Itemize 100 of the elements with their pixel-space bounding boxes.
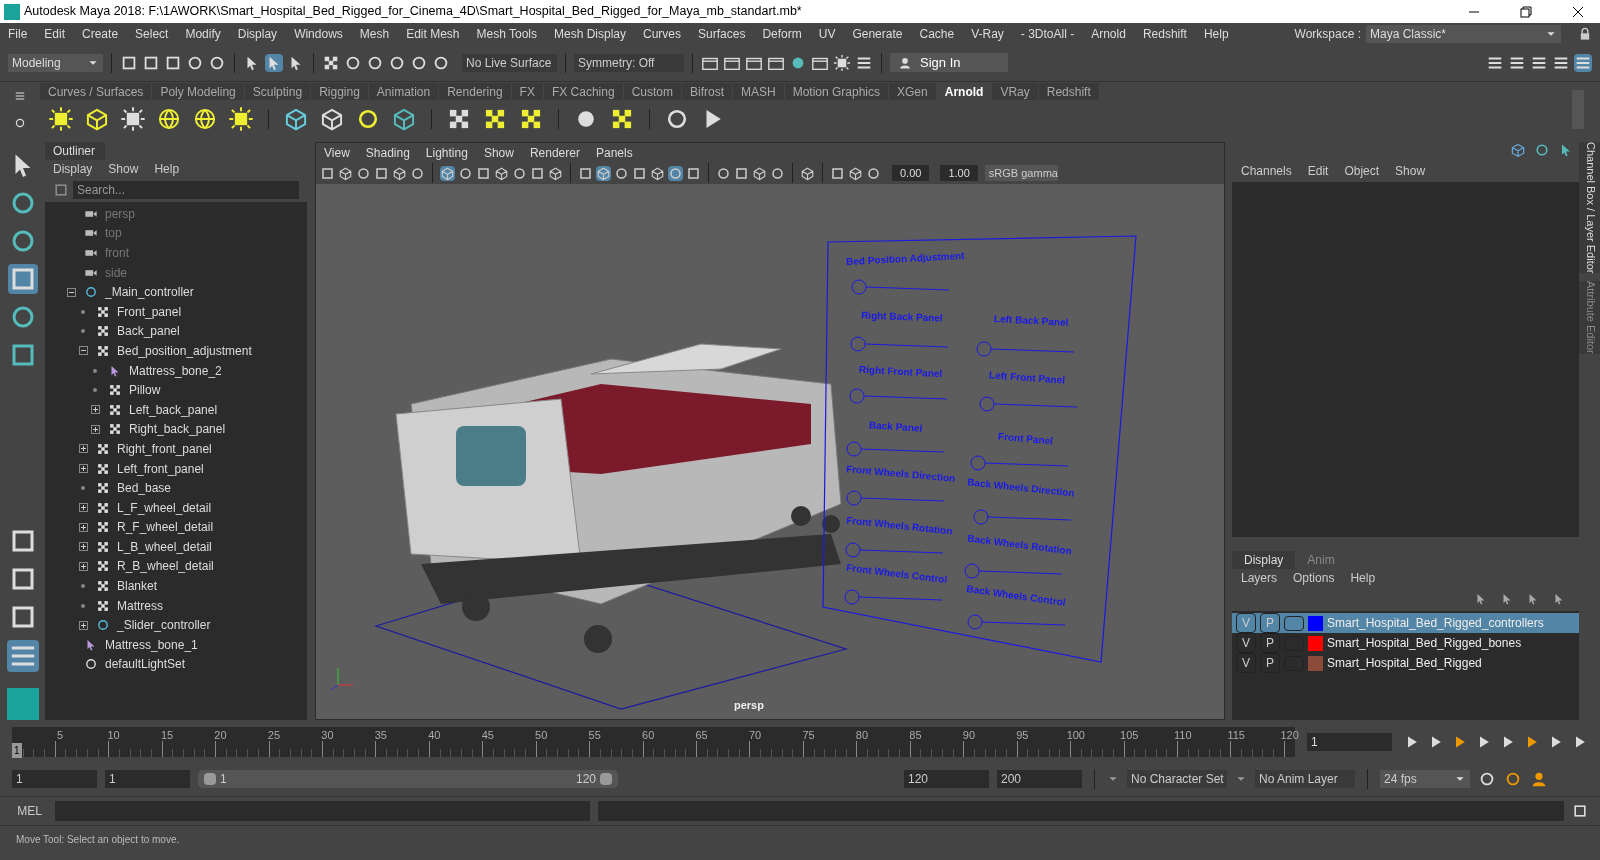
menu-item[interactable]: UV: [818, 24, 836, 43]
gamma-field[interactable]: 1.00: [940, 164, 978, 182]
outliner-item[interactable]: Pillow: [129, 381, 161, 400]
shelf-tab[interactable]: FX: [511, 83, 543, 100]
outliner-item[interactable]: _Slider_controller: [117, 616, 211, 635]
menu-item[interactable]: Cache: [919, 24, 955, 43]
expand-toggle[interactable]: [78, 503, 88, 513]
outliner-item[interactable]: L_B_wheel_detail: [117, 537, 212, 556]
live-surface-field[interactable]: No Live Surface: [462, 53, 557, 72]
restore-icon[interactable]: [1520, 5, 1532, 18]
channel-box-menu-item[interactable]: Channels: [1241, 162, 1292, 180]
layer-row[interactable]: V P Smart_Hospital_Bed_Rigged_controllers: [1232, 613, 1579, 633]
collapse-toggle[interactable]: [66, 287, 76, 297]
menu-item[interactable]: - 3DtoAll -: [1020, 24, 1075, 43]
menu-item[interactable]: Mesh Tools: [476, 24, 537, 43]
outliner-item[interactable]: Right_front_panel: [117, 439, 212, 458]
current-frame-field[interactable]: 1: [1307, 733, 1392, 751]
layer-menu-item[interactable]: Layers: [1241, 569, 1278, 587]
outliner-item[interactable]: Left_back_panel: [129, 400, 218, 419]
mode-dropdown[interactable]: Modeling: [8, 53, 103, 72]
menu-item[interactable]: Edit: [44, 24, 66, 43]
layer-row[interactable]: V P Smart_Hospital_Bed_Rigged_bones: [1232, 633, 1579, 653]
menu-item[interactable]: Curves: [643, 24, 682, 43]
menu-item[interactable]: V-Ray: [971, 24, 1004, 43]
menu-item[interactable]: Edit Mesh: [406, 24, 460, 43]
panel-menu-item[interactable]: View: [324, 143, 350, 162]
sign-in-button[interactable]: Sign In: [890, 52, 1008, 73]
workspace-dropdown[interactable]: Maya Classic*: [1366, 24, 1561, 43]
end-time-field[interactable]: 200: [997, 770, 1082, 788]
outliner-item[interactable]: Bed_base: [117, 479, 172, 498]
outliner-item[interactable]: Mattress_bone_2: [129, 361, 222, 380]
outliner-layout-icon[interactable]: [6, 640, 39, 672]
menu-item[interactable]: Redshift: [1142, 24, 1187, 43]
menu-item[interactable]: Arnold: [1091, 24, 1126, 43]
channel-box-menu-item[interactable]: Show: [1395, 162, 1426, 180]
menu-item[interactable]: Select: [135, 24, 169, 43]
menu-item[interactable]: Windows: [294, 24, 343, 43]
expand-toggle[interactable]: [78, 620, 88, 630]
outliner-item[interactable]: Blanket: [117, 577, 158, 596]
channel-box-menu-item[interactable]: Edit: [1307, 162, 1329, 180]
outliner-menu-item[interactable]: Display: [53, 160, 93, 178]
shelf-tab[interactable]: XGen: [889, 83, 936, 100]
outliner-item[interactable]: R_B_wheel_detail: [117, 557, 214, 576]
panel-menu-item[interactable]: Shading: [365, 143, 410, 162]
menu-item[interactable]: Modify: [185, 24, 221, 43]
color-space-field[interactable]: sRGB gamma: [984, 164, 1058, 182]
anim-layer-dropdown[interactable]: No Anim Layer: [1255, 770, 1355, 788]
outliner-tab[interactable]: Outliner: [45, 142, 105, 160]
expand-toggle[interactable]: [78, 464, 88, 473]
expand-toggle[interactable]: [78, 522, 88, 532]
outliner-item[interactable]: Mattress: [117, 596, 163, 615]
range-slider[interactable]: 1 120: [198, 770, 618, 788]
outliner-item[interactable]: Back_panel: [117, 322, 180, 341]
shelf-tab[interactable]: Motion Graphics: [784, 83, 889, 100]
character-set-dropdown[interactable]: No Character Set: [1127, 770, 1227, 788]
panel-menu-item[interactable]: Renderer: [529, 143, 580, 162]
sky-light-icon[interactable]: [228, 105, 254, 132]
menu-icon[interactable]: [14, 89, 26, 102]
outliner-item[interactable]: defaultLightSet: [105, 655, 186, 674]
expand-toggle[interactable]: [78, 562, 88, 571]
playback-start-field[interactable]: 1: [105, 770, 190, 788]
outliner-item[interactable]: L_F_wheel_detail: [117, 498, 212, 517]
light-editor-icon[interactable]: [833, 53, 851, 72]
expand-toggle[interactable]: [90, 424, 100, 434]
area-light-icon[interactable]: [48, 105, 74, 132]
layer-editor-tab[interactable]: Display: [1232, 551, 1296, 569]
shelf-tab[interactable]: MASH: [733, 83, 784, 100]
shelf-tab[interactable]: Curves / Surfaces: [40, 83, 152, 100]
shelf-tab[interactable]: Poly Modeling: [152, 83, 244, 100]
menu-item[interactable]: Create: [82, 24, 119, 43]
outliner-item[interactable]: R_F_wheel_detail: [117, 518, 214, 537]
expand-toggle[interactable]: [78, 542, 88, 552]
outliner-menu-item[interactable]: Show: [108, 160, 139, 178]
layer-row[interactable]: V P Smart_Hospital_Bed_Rigged: [1232, 653, 1579, 673]
visibility-toggle[interactable]: V: [1236, 633, 1256, 653]
exposure-field[interactable]: 0.00: [892, 164, 930, 182]
symmetry-dropdown[interactable]: Symmetry: Off: [574, 53, 684, 72]
close-icon[interactable]: [1572, 5, 1584, 18]
playback-toggle[interactable]: P: [1260, 633, 1280, 653]
shelf-tab[interactable]: Bifrost: [681, 83, 732, 100]
channel-box-menu-item[interactable]: Object: [1344, 162, 1380, 180]
shelf-tab[interactable]: Rendering: [439, 83, 511, 100]
outliner-item[interactable]: _Main_controller: [105, 283, 194, 302]
channel-box-icon[interactable]: [1574, 53, 1592, 72]
menu-item[interactable]: Generate: [852, 24, 903, 43]
panel-menu-item[interactable]: Lighting: [425, 143, 468, 162]
layer-menu-item[interactable]: Options: [1293, 569, 1335, 587]
outliner-menu-item[interactable]: Help: [154, 160, 180, 178]
layer-menu-item[interactable]: Help: [1350, 569, 1376, 587]
fps-dropdown[interactable]: 24 fps: [1380, 770, 1470, 788]
shelf-tab[interactable]: Custom: [623, 83, 681, 100]
menu-item[interactable]: File: [8, 24, 28, 43]
playback-toggle[interactable]: P: [1260, 653, 1280, 673]
menu-item[interactable]: Mesh Display: [554, 24, 627, 43]
shelf-tab[interactable]: Sculpting: [244, 83, 311, 100]
menu-item[interactable]: Display: [237, 24, 278, 43]
shelf-tab[interactable]: Rigging: [311, 83, 368, 100]
outliner-item[interactable]: Bed_position_adjustment: [117, 341, 252, 360]
layer-color-swatch[interactable]: [1308, 635, 1323, 651]
menu-item[interactable]: Deform: [762, 24, 802, 43]
